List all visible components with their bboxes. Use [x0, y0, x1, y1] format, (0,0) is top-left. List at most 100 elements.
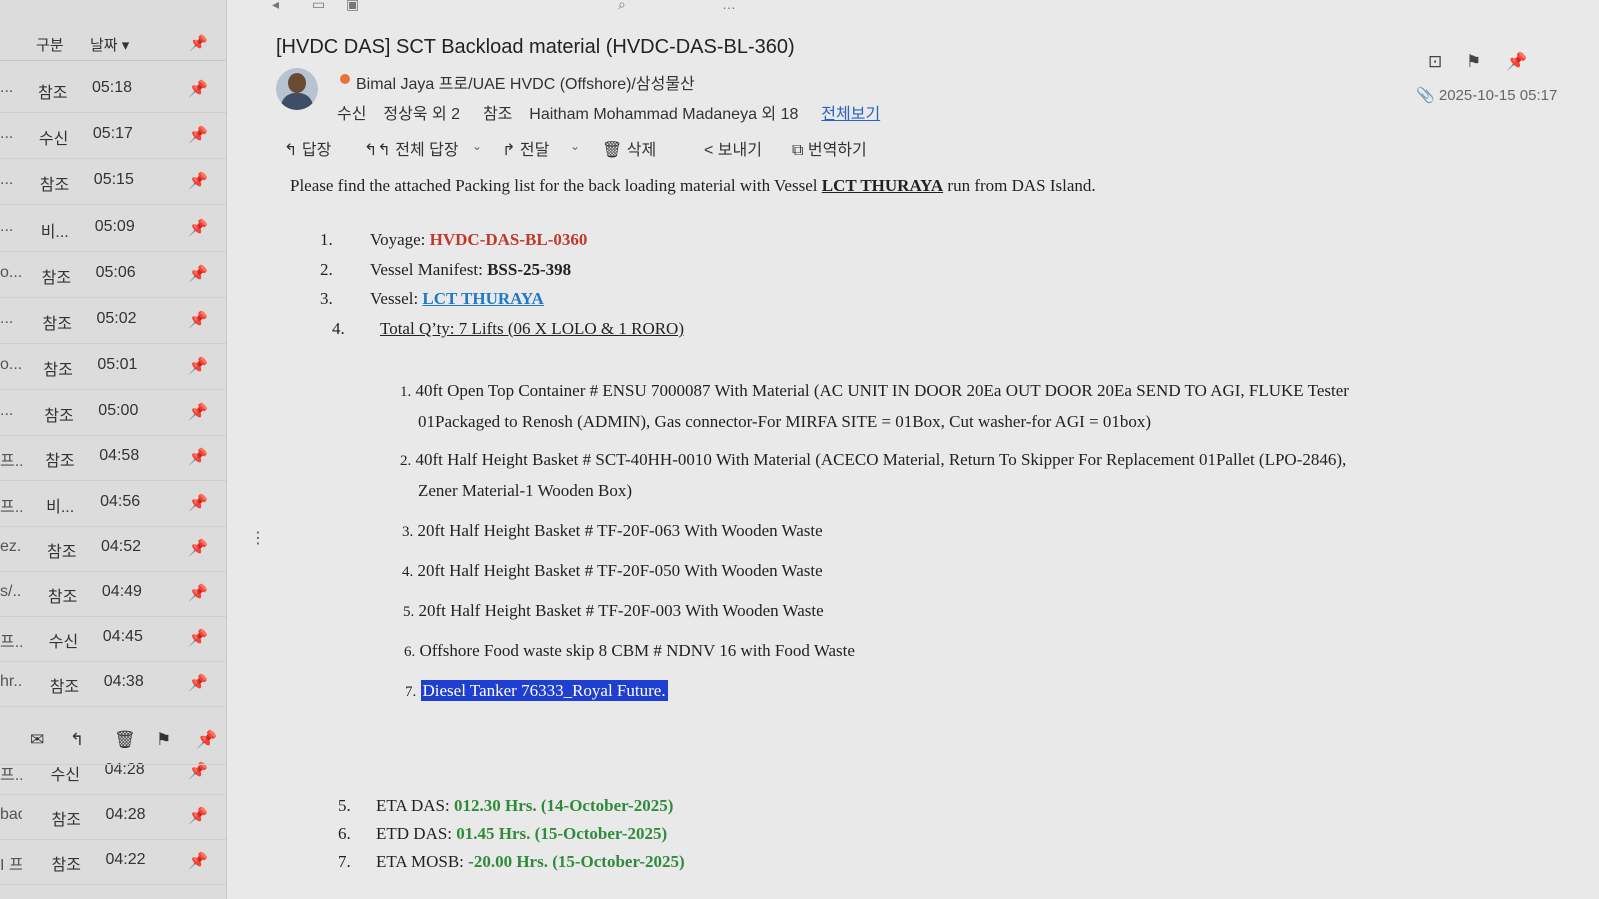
- flag-icon[interactable]: ⚑: [1466, 52, 1481, 72]
- trash-icon[interactable]: 🗑: [114, 730, 136, 750]
- share-icon: <: [704, 142, 714, 159]
- pin-icon[interactable]: 📌: [188, 583, 208, 603]
- view-all-recipients-link[interactable]: 전체보기: [821, 106, 880, 123]
- packing-item: 1. 40ft Open Top Container # ENSU 700008…: [400, 376, 1460, 436]
- forward-label: 전달: [519, 142, 550, 159]
- item-text: 20ft Half Height Basket # TF-20F-003 Wit…: [418, 601, 824, 620]
- cc-label: 참조: [482, 106, 513, 123]
- item-number: 1.: [400, 384, 412, 400]
- chevron-down-icon[interactable]: ⌄: [472, 139, 482, 153]
- toolbar-mail-icon[interactable]: ▭: [312, 0, 325, 13]
- chevron-down-icon[interactable]: ⌄: [570, 139, 580, 153]
- pin-icon[interactable]: 📌: [188, 628, 208, 648]
- voyage-value: HVDC-DAS-BL-0360: [429, 230, 588, 249]
- pin-icon[interactable]: 📌: [196, 730, 217, 750]
- mail-subject: [HVDC DAS] SCT Backload material (HVDC-D…: [276, 36, 795, 58]
- flag-icon[interactable]: ⚑: [156, 730, 171, 750]
- pin-icon[interactable]: 📌: [188, 356, 208, 376]
- schedule-label: ETA DAS:: [376, 796, 454, 815]
- item-number: 7.: [405, 684, 417, 700]
- list-item[interactable]: ... 참조 05:00 📌: [0, 389, 226, 436]
- recipient-type: 참조: [47, 544, 77, 561]
- list-item[interactable]: 프... 비... 04:56 📌: [0, 480, 226, 527]
- reply-button[interactable]: ↰ 답장: [284, 136, 331, 160]
- column-date-sort[interactable]: 날짜 ▾: [90, 34, 129, 55]
- forward-button[interactable]: ↱ 전달: [502, 136, 549, 160]
- item-number: 3.: [402, 524, 414, 540]
- pin-icon[interactable]: 📌: [188, 806, 208, 826]
- list-item[interactable]: ... 비... 05:09 📌: [0, 205, 226, 252]
- list-item[interactable]: ... 참조 05:15 📌: [0, 158, 226, 205]
- pin-icon[interactable]: 📌: [188, 171, 208, 191]
- sender-stub: hr...: [0, 673, 22, 690]
- list-item[interactable]: o... 참조 05:06 📌: [0, 251, 226, 298]
- list-item[interactable]: ez... 참조 04:52 📌: [0, 525, 226, 572]
- pin-icon[interactable]: 📌: [188, 79, 208, 99]
- presence-status-dot: [340, 74, 350, 84]
- pin-icon[interactable]: 📌: [188, 673, 208, 693]
- list-item[interactable]: o... 참조 05:01 📌: [0, 343, 226, 390]
- item-number: 6.: [404, 644, 416, 660]
- mail-icon[interactable]: ✉: [30, 730, 44, 750]
- delete-button[interactable]: 🗑 삭제: [602, 136, 656, 160]
- reply-all-icon: ↰↰: [364, 142, 391, 159]
- sender-avatar[interactable]: [276, 68, 318, 110]
- pin-icon[interactable]: 📌: [188, 264, 208, 284]
- reply-settings-icon[interactable]: ⊡: [1428, 52, 1442, 72]
- toolbar-more-icon[interactable]: …: [722, 0, 736, 12]
- sender-stub: 프...: [0, 499, 22, 516]
- toolbar-overflow-icon[interactable]: ◂: [272, 0, 279, 13]
- sender-stub: ...: [0, 218, 14, 235]
- list-item[interactable]: s/... 참조 04:49 📌: [0, 570, 226, 617]
- item-text-continued: 01Packaged to Renosh (ADMIN), Gas connec…: [418, 412, 1152, 431]
- sender-name[interactable]: Bimal Jaya 프로/UAE HVDC (Offshore)/삼성물산: [356, 70, 695, 94]
- sender-stub: bao...: [0, 806, 22, 823]
- list-item[interactable]: 프... 참조 04:58 📌: [0, 434, 226, 481]
- list-item[interactable]: ... 참조 05:18 📌: [0, 66, 226, 113]
- list-item[interactable]: ... 수신 05:17 📌: [0, 112, 226, 159]
- item-number: 5.: [338, 796, 351, 815]
- pin-icon[interactable]: 📌: [188, 447, 208, 467]
- item-text: Diesel Tanker 76333_Royal Future.: [420, 680, 668, 701]
- pin-icon[interactable]: 📌: [188, 125, 208, 145]
- translate-button[interactable]: ⧉ 번역하기: [792, 136, 867, 160]
- pin-icon[interactable]: 📌: [188, 310, 208, 330]
- list-item[interactable]: bao... 참조 04:28 📌: [0, 793, 226, 840]
- item-text: 40ft Half Height Basket # SCT-40HH-0010 …: [415, 450, 1347, 469]
- list-item[interactable]: 프... 수신 04:45 📌: [0, 615, 226, 662]
- toolbar-move-icon[interactable]: ▣: [346, 0, 359, 13]
- list-item[interactable]: I 프... 참조 04:22 📌: [0, 838, 226, 885]
- item-text: 20ft Half Height Basket # TF-20F-050 Wit…: [417, 561, 823, 580]
- manifest-value: BSS-25-398: [487, 260, 572, 279]
- toolbar-search-icon[interactable]: ⌕: [618, 0, 626, 13]
- recipient-type: 비...: [46, 499, 75, 516]
- item-text: 20ft Half Height Basket # TF-20F-063 Wit…: [417, 521, 823, 540]
- pin-icon[interactable]: 📌: [1506, 52, 1527, 72]
- column-category[interactable]: 구분: [36, 34, 64, 55]
- pane-splitter-handle[interactable]: ⋮: [250, 528, 266, 548]
- item-text-continued: Zener Material-1 Wooden Box): [418, 481, 633, 500]
- pin-icon[interactable]: 📌: [188, 493, 208, 513]
- item-text: 40ft Open Top Container # ENSU 7000087 W…: [415, 381, 1349, 400]
- pin-icon[interactable]: 📌: [189, 34, 208, 52]
- list-header: 구분 날짜 ▾ 📌: [0, 26, 226, 61]
- item-number: 1.: [320, 230, 333, 249]
- received-time: 05:17: [92, 125, 133, 142]
- pin-icon[interactable]: 📌: [188, 402, 208, 422]
- received-time: 04:52: [101, 538, 142, 555]
- pin-icon[interactable]: 📌: [188, 538, 208, 558]
- recipient-type: 참조: [43, 362, 73, 379]
- reply-all-button[interactable]: ↰↰ 전체 답장: [364, 136, 459, 160]
- reply-icon[interactable]: ↰: [70, 730, 84, 750]
- vessel-link[interactable]: LCT THURAYA: [422, 289, 543, 308]
- pin-icon[interactable]: 📌: [188, 218, 208, 238]
- pin-icon[interactable]: 📌: [188, 851, 208, 871]
- send-button[interactable]: < 보내기: [704, 136, 762, 160]
- list-item[interactable]: hr... 참조 04:38 📌: [0, 660, 226, 707]
- to-recipients[interactable]: 정상욱 외 2: [383, 106, 460, 123]
- item-number: 6.: [338, 824, 351, 843]
- cc-recipients[interactable]: Haitham Mohammad Madaneya 외 18: [529, 106, 798, 123]
- recipient-type: 참조: [51, 857, 81, 874]
- list-item[interactable]: ... 참조 05:02 📌: [0, 297, 226, 344]
- schedule-value: 012.30 Hrs. (14-October-2025): [453, 796, 674, 815]
